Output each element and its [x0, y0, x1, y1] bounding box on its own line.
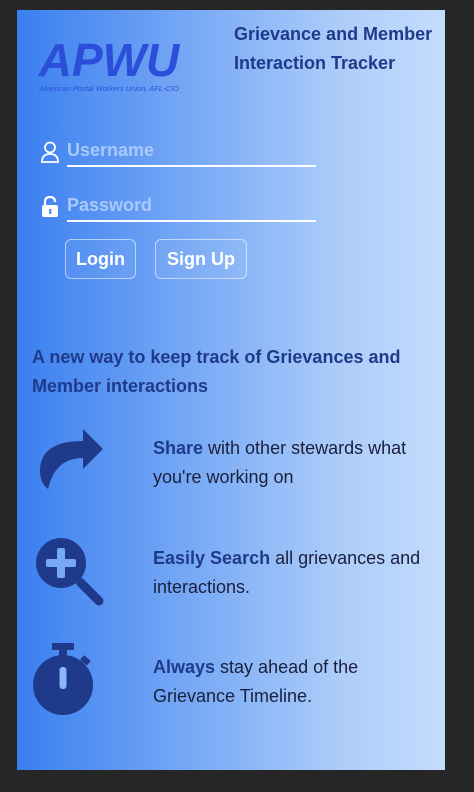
unlock-icon	[42, 196, 58, 217]
username-field	[37, 135, 327, 167]
feature-timeline: Always stay ahead of the Grievance Timel…	[153, 653, 433, 710]
tagline: A new way to keep track of Grievances an…	[32, 347, 401, 396]
stopwatch-icon	[33, 643, 93, 715]
login-panel: APWU American Postal Workers Union, AFL-…	[17, 10, 445, 770]
feature-highlight: Always	[153, 657, 216, 677]
svg-text:American Postal Workers Union,: American Postal Workers Union, AFL-CIO	[38, 84, 179, 93]
feature-highlight: Easily Search	[153, 548, 271, 568]
user-icon	[41, 141, 59, 163]
search-plus-icon	[36, 538, 104, 606]
login-button[interactable]: Login	[65, 239, 136, 279]
signup-button[interactable]: Sign Up	[155, 239, 247, 279]
feature-highlight: Share	[153, 438, 204, 458]
password-input[interactable]	[67, 190, 316, 222]
feature-search: Easily Search all grievances and interac…	[153, 544, 433, 601]
share-icon	[40, 429, 103, 489]
password-field	[37, 190, 327, 222]
app-title: Grievance and Member Interaction Tracker	[234, 24, 433, 73]
username-input[interactable]	[67, 135, 316, 167]
svg-text:APWU: APWU	[38, 34, 181, 86]
apwu-logo: APWU American Postal Workers Union, AFL-…	[38, 34, 181, 93]
feature-share: Share with other stewards what you're wo…	[153, 434, 433, 491]
